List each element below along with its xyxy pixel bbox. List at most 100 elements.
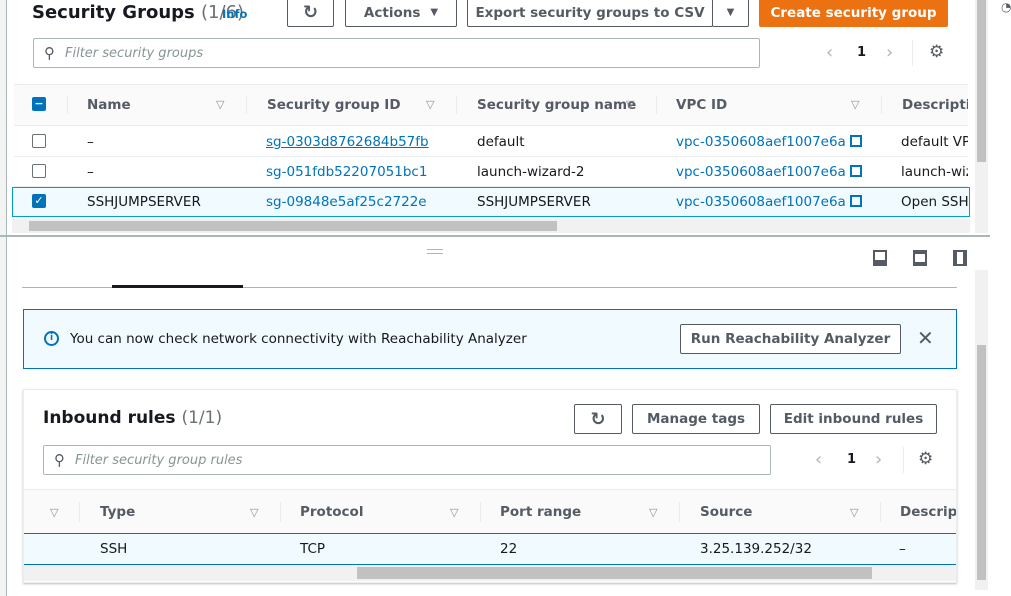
vpc-id: vpc-0350608aef1007e6a [676,134,846,150]
cell-name: – [87,164,94,180]
column-port-range[interactable]: Port range [500,504,581,520]
vpc-id: vpc-0350608aef1007e6a [676,194,846,210]
inbound-rules-title: Inbound rules (1/1) [43,408,222,428]
rules-table-header [24,489,956,534]
edit-inbound-rules-button[interactable]: Edit inbound rules [770,404,937,434]
filter-placeholder: Filter security group rules [75,452,243,468]
prev-page-icon[interactable]: ‹ [815,449,822,470]
cell-group-name: default [477,134,525,150]
page-number[interactable]: 1 [847,452,856,467]
column-security-group-id[interactable]: Security group ID [267,97,401,113]
page-number[interactable]: 1 [857,45,866,60]
vpc-link[interactable]: vpc-0350608aef1007e6a [676,134,862,150]
horizontal-scrollbar[interactable] [12,219,970,233]
actions-button[interactable]: Actions ▼ [345,0,457,27]
row-checkbox[interactable] [32,134,46,148]
security-group-id-link[interactable]: sg-0303d8762684b57fb [266,134,429,150]
gear-icon[interactable]: ⚙ [918,449,933,469]
cell-description: Open SSH [901,194,968,210]
banner-text: You can now check network connectivity w… [70,331,527,347]
cell-name: SSHJUMPSERVER [87,194,201,210]
column-vpc-id[interactable]: VPC ID [676,97,727,113]
cell-name: – [87,134,94,150]
filter-icon[interactable]: ▽ [626,98,634,111]
title-text: Security Groups [32,2,195,23]
refresh-button[interactable]: ↻ [574,404,622,434]
rules-count: (1/1) [181,408,223,428]
filter-icon[interactable]: ▽ [851,98,859,111]
cell-port-range: 22 [500,541,518,557]
caret-down-icon: ▼ [430,7,439,18]
help-icon[interactable]: ◔ [1001,0,1011,14]
filter-rules-input[interactable]: ⚲ Filter security group rules [43,445,771,475]
security-group-id-link[interactable]: sg-051fdb52207051bc1 [266,164,427,180]
row-checkbox[interactable] [32,164,46,178]
filter-placeholder: Filter security groups [65,45,204,61]
scrollbar-thumb[interactable] [29,221,557,231]
refresh-icon: ↻ [590,408,606,430]
next-page-icon[interactable]: › [886,42,893,63]
cell-protocol: TCP [300,541,326,557]
cell-group-name: SSHJUMPSERVER [477,194,591,210]
column-source[interactable]: Source [700,504,752,520]
external-link-icon [849,195,862,207]
filter-icon[interactable]: ▽ [649,506,657,519]
refresh-icon: ↻ [302,2,319,23]
external-link-icon [849,165,862,177]
export-dropdown-button[interactable]: ▼ [712,0,749,27]
split-bottom-icon[interactable] [873,250,887,266]
vpc-link[interactable]: vpc-0350608aef1007e6a [676,164,862,180]
filter-icon[interactable]: ▽ [50,506,58,519]
horizontal-scrollbar[interactable] [24,565,956,581]
cell-source: 3.25.139.252/32 [700,541,812,557]
scrollbar-thumb[interactable] [357,567,872,579]
column-security-group-name[interactable]: Security group name [477,97,636,113]
scrollbar-thumb[interactable] [977,345,986,580]
info-icon: i [44,331,59,346]
filter-icon[interactable]: ▽ [250,506,258,519]
cell-description: – [899,541,906,557]
column-name[interactable]: Name [87,97,131,113]
title-text: Inbound rules [43,408,176,428]
active-tab-indicator[interactable] [112,285,243,288]
vpc-link[interactable]: vpc-0350608aef1007e6a [676,194,862,210]
gear-icon[interactable]: ⚙ [929,42,944,62]
next-page-icon[interactable]: › [875,449,882,470]
filter-icon[interactable]: ▽ [216,98,224,111]
filter-icon[interactable]: ▽ [850,506,858,519]
export-csv-button[interactable]: Export security groups to CSV [467,0,713,27]
drag-handle-icon[interactable] [427,249,443,254]
prev-page-icon[interactable]: ‹ [826,42,833,63]
column-description[interactable]: Descriptio [902,97,968,113]
vpc-id: vpc-0350608aef1007e6a [676,164,846,180]
column-type[interactable]: Type [100,504,135,520]
split-middle-icon[interactable] [913,250,927,266]
refresh-button[interactable]: ↻ [287,0,334,27]
select-all-checkbox[interactable]: − [32,97,46,111]
cell-description: default VP [901,134,968,150]
caret-down-icon: ▼ [726,7,735,18]
run-reachability-analyzer-button[interactable]: Run Reachability Analyzer [680,324,901,354]
column-protocol[interactable]: Protocol [300,504,363,520]
vertical-scrollbar[interactable] [975,270,988,590]
row-checkbox-checked[interactable]: ✓ [32,194,46,208]
filter-security-groups-input[interactable]: ⚲ Filter security groups [33,38,760,68]
filter-icon[interactable]: ▽ [426,98,434,111]
split-divider[interactable] [0,235,990,237]
search-icon: ⚲ [54,451,65,469]
info-link[interactable]: Info [222,7,247,21]
actions-label: Actions [363,4,421,21]
split-full-icon[interactable] [953,250,967,266]
rule-row[interactable] [24,534,956,565]
search-icon: ⚲ [44,44,55,62]
close-icon[interactable]: ✕ [917,326,934,350]
page-title: Security Groups (1/6) [32,2,244,23]
cell-description: launch-wiz [901,164,968,180]
column-description[interactable]: Descripti [900,504,956,520]
vertical-scrollbar[interactable] [975,0,988,233]
create-security-group-button[interactable]: Create security group [759,0,948,27]
manage-tags-button[interactable]: Manage tags [632,404,760,434]
security-group-id-link[interactable]: sg-09848e5af25c2722e [266,194,427,210]
filter-icon[interactable]: ▽ [450,506,458,519]
scrollbar-thumb[interactable] [977,0,986,162]
